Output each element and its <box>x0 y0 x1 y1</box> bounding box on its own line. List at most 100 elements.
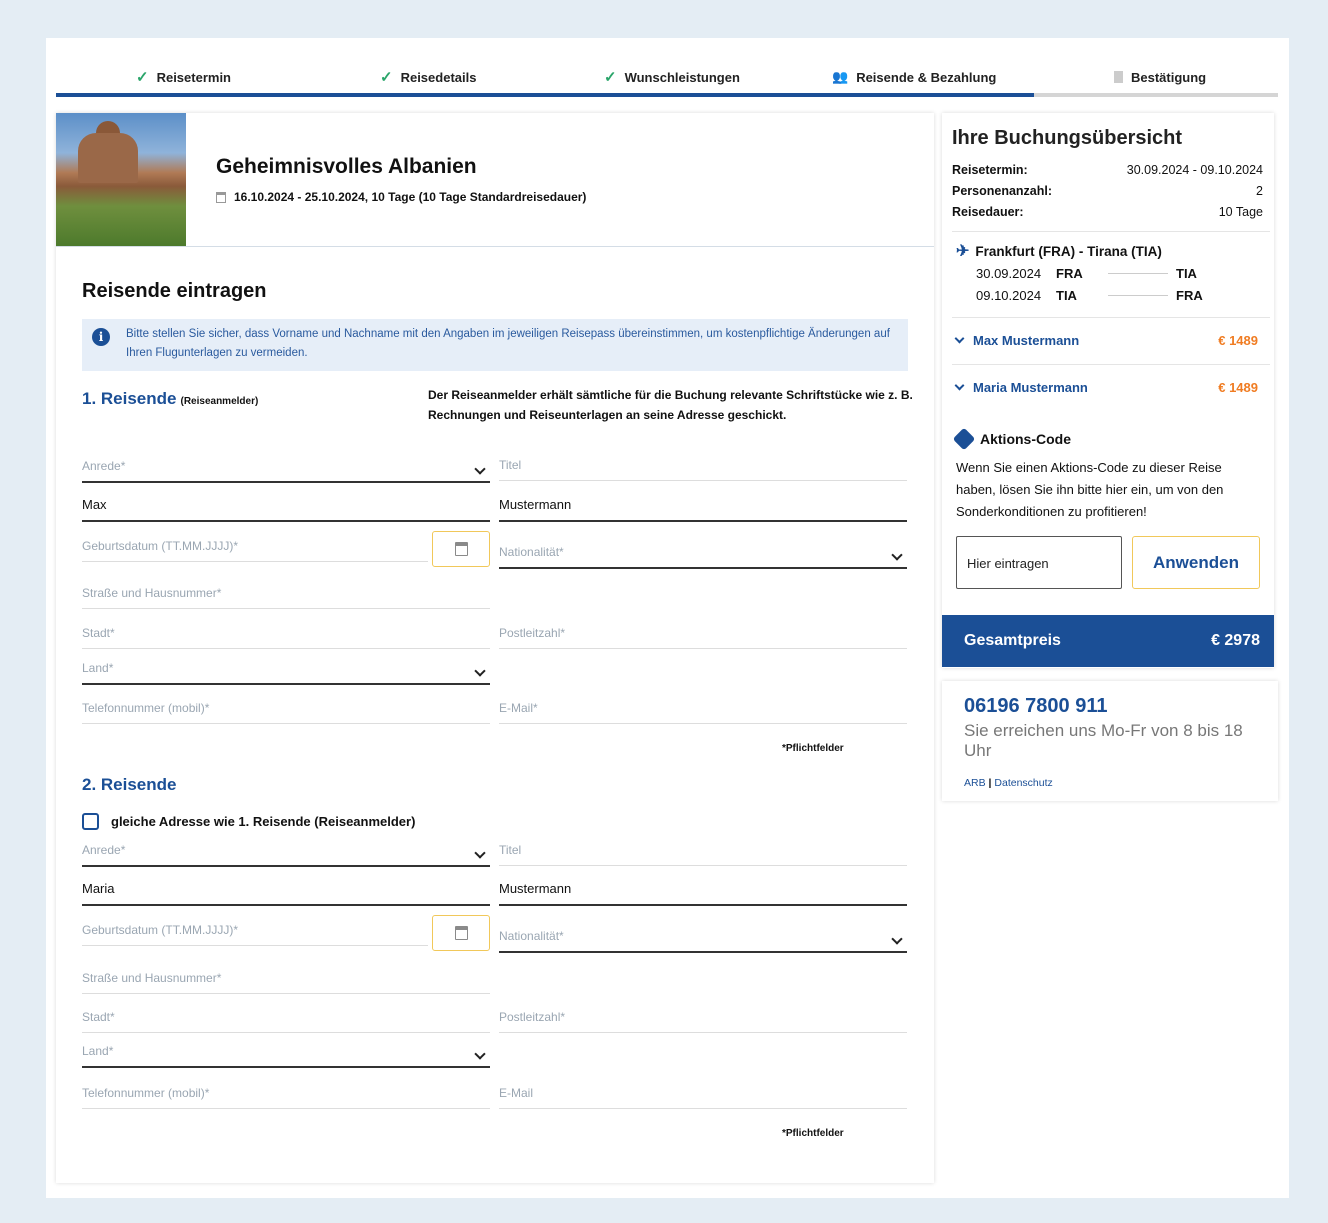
salutation-placeholder: Anrede* <box>82 843 126 857</box>
title-placeholder: Titel <box>499 843 522 857</box>
promo-title: Aktions-Code <box>952 427 1071 451</box>
step-label: Reisedetails <box>400 69 477 85</box>
zip-placeholder: Postleitzahl* <box>499 1010 566 1024</box>
booking-summary: Ihre Buchungsübersicht Reisetermin: 30.0… <box>942 113 1274 668</box>
trip-title: Geheimnisvolles Albanien <box>216 155 477 178</box>
country-placeholder: Land* <box>82 661 114 675</box>
summary-title: Ihre Buchungsübersicht <box>952 127 1183 149</box>
traveler2-firstname-input[interactable]: Maria <box>82 866 490 906</box>
chevron-down-icon <box>474 847 486 859</box>
traveler2-nationality-select[interactable]: Nationalität* <box>499 913 907 953</box>
traveler1-lastname-input[interactable]: Mustermann <box>499 482 907 522</box>
flight-to: TIA <box>1176 266 1197 281</box>
chevron-down-icon <box>954 380 965 391</box>
passenger-row-max[interactable]: Max Mustermann € 1489 <box>952 317 1270 363</box>
passenger-name: Maria Mustermann <box>973 380 1088 395</box>
traveler2-birthdate-input[interactable]: Geburtsdatum (TT.MM.JJJJ)* <box>82 906 428 946</box>
traveler1-phone-input[interactable]: Telefonnummer (mobil)* <box>82 684 490 724</box>
calendar-icon <box>216 191 226 203</box>
summary-value: 10 Tage <box>1218 205 1263 219</box>
progress-fill <box>56 93 1034 97</box>
flight-title: ✈ Frankfurt (FRA) - Tirana (TIA) <box>956 241 1162 261</box>
birthdate-placeholder: Geburtsdatum (TT.MM.JJJJ)* <box>82 539 239 553</box>
calendar-icon <box>454 926 468 940</box>
traveler1-birthdate-input[interactable]: Geburtsdatum (TT.MM.JJJJ)* <box>82 522 428 562</box>
title-placeholder: Titel <box>499 458 522 472</box>
summary-row: Reisedauer: 10 Tage <box>952 205 1263 219</box>
promo-text: Wenn Sie einen Aktions-Code zu dieser Re… <box>956 460 1224 519</box>
traveler1-calendar-button[interactable] <box>432 531 490 567</box>
traveler1-city-input[interactable]: Stadt* <box>82 609 490 649</box>
info-text: Bitte stellen Sie sicher, dass Vorname u… <box>126 328 890 359</box>
traveler1-nationality-select[interactable]: Nationalität* <box>499 529 907 569</box>
step-label: Bestätigung <box>1131 69 1207 85</box>
step-label: Reisetermin <box>156 69 231 85</box>
chevron-down-icon <box>891 933 903 945</box>
step-wunschleistungen[interactable]: ✓ Wunschleistungen <box>604 64 740 90</box>
step-reisende-bezahlung[interactable]: 👥 Reisende & Bezahlung <box>832 64 996 90</box>
booking-steps: ✓ Reisetermin ✓ Reisedetails ✓ Wunschlei… <box>56 64 1278 98</box>
traveler2-calendar-button[interactable] <box>432 915 490 951</box>
nationality-placeholder: Nationalität* <box>499 545 564 559</box>
arb-link[interactable]: ARB <box>964 777 986 789</box>
step-label: Reisende & Bezahlung <box>856 69 997 85</box>
info-icon: i <box>92 328 110 346</box>
trip-image <box>56 113 186 246</box>
total-price-bar: Gesamtpreis € 2978 <box>942 615 1274 667</box>
flight-leg: 09.10.2024 TIA FRA <box>976 288 1203 303</box>
traveler1-email-input[interactable]: E-Mail* <box>499 684 907 724</box>
traveler1-zip-input[interactable]: Postleitzahl* <box>499 609 907 649</box>
promo-code-input[interactable]: Hier eintragen <box>956 536 1122 589</box>
users-icon: 👥 <box>832 69 849 84</box>
contact-phone[interactable]: 06196 7800 911 <box>964 695 1108 718</box>
flight-line <box>1108 295 1168 296</box>
traveler2-heading: 2. Reisende <box>82 775 177 794</box>
traveler1-firstname-input[interactable]: Max <box>82 482 490 522</box>
summary-row: Personenanzahl: 2 <box>952 184 1263 198</box>
traveler2-country-select[interactable]: Land* <box>82 1028 490 1068</box>
passenger-row-maria[interactable]: Maria Mustermann € 1489 <box>952 364 1270 410</box>
flight-date: 30.09.2024 <box>976 266 1042 281</box>
traveler2-lastname-input[interactable]: Mustermann <box>499 866 907 906</box>
traveler2-city-input[interactable]: Stadt* <box>82 993 490 1033</box>
traveler2-title-input[interactable]: Titel <box>499 826 907 866</box>
traveler1-salutation-select[interactable]: Anrede* <box>82 443 490 483</box>
chevron-down-icon <box>954 333 965 344</box>
tag-icon <box>952 427 976 451</box>
traveler1-country-select[interactable]: Land* <box>82 645 490 685</box>
summary-row: Reisetermin: 30.09.2024 - 09.10.2024 <box>952 163 1263 177</box>
chevron-down-icon <box>891 549 903 561</box>
street-placeholder: Straße und Hausnummer* <box>82 971 222 985</box>
traveler2-zip-input[interactable]: Postleitzahl* <box>499 993 907 1033</box>
birthdate-placeholder: Geburtsdatum (TT.MM.JJJJ)* <box>82 923 239 937</box>
traveler2-salutation-select[interactable]: Anrede* <box>82 827 490 867</box>
apply-promo-button[interactable]: Anwenden <box>1132 536 1260 589</box>
salutation-placeholder: Anrede* <box>82 459 126 473</box>
step-bestaetigung: Bestätigung <box>1114 64 1206 90</box>
step-reisetermin[interactable]: ✓ Reisetermin <box>136 64 231 90</box>
traveler1-street-input[interactable]: Straße und Hausnummer* <box>82 569 490 609</box>
street-placeholder: Straße und Hausnummer* <box>82 586 222 600</box>
traveler1-note: Der Reiseanmelder erhält sämtliche für d… <box>428 388 913 422</box>
trip-dates-text: 16.10.2024 - 25.10.2024, 10 Tage (10 Tag… <box>234 190 587 204</box>
chevron-down-icon <box>474 463 486 475</box>
required-note: *Pflichtfelder <box>782 1128 844 1139</box>
traveler2-street-input[interactable]: Straße und Hausnummer* <box>82 954 490 994</box>
flight-line <box>1108 273 1168 274</box>
traveler2-phone-input[interactable]: Telefonnummer (mobil)* <box>82 1069 490 1109</box>
link-separator: | <box>988 777 992 789</box>
lastname-value: Mustermann <box>499 497 572 512</box>
trip-header: Geheimnisvolles Albanien 16.10.2024 - 25… <box>56 113 934 247</box>
passenger-name: Max Mustermann <box>973 333 1080 348</box>
lastname-value: Mustermann <box>499 881 572 896</box>
plane-icon: ✈ <box>956 243 970 260</box>
country-placeholder: Land* <box>82 1044 114 1058</box>
check-icon: ✓ <box>380 69 393 86</box>
calendar-icon <box>454 542 468 556</box>
traveler2-email-input[interactable]: E-Mail <box>499 1069 907 1109</box>
flight-from: FRA <box>1056 266 1083 281</box>
passenger-price: € 1489 <box>1218 380 1258 395</box>
traveler1-title-input[interactable]: Titel <box>499 441 907 481</box>
privacy-link[interactable]: Datenschutz <box>994 777 1052 789</box>
step-reisedetails[interactable]: ✓ Reisedetails <box>380 64 476 90</box>
